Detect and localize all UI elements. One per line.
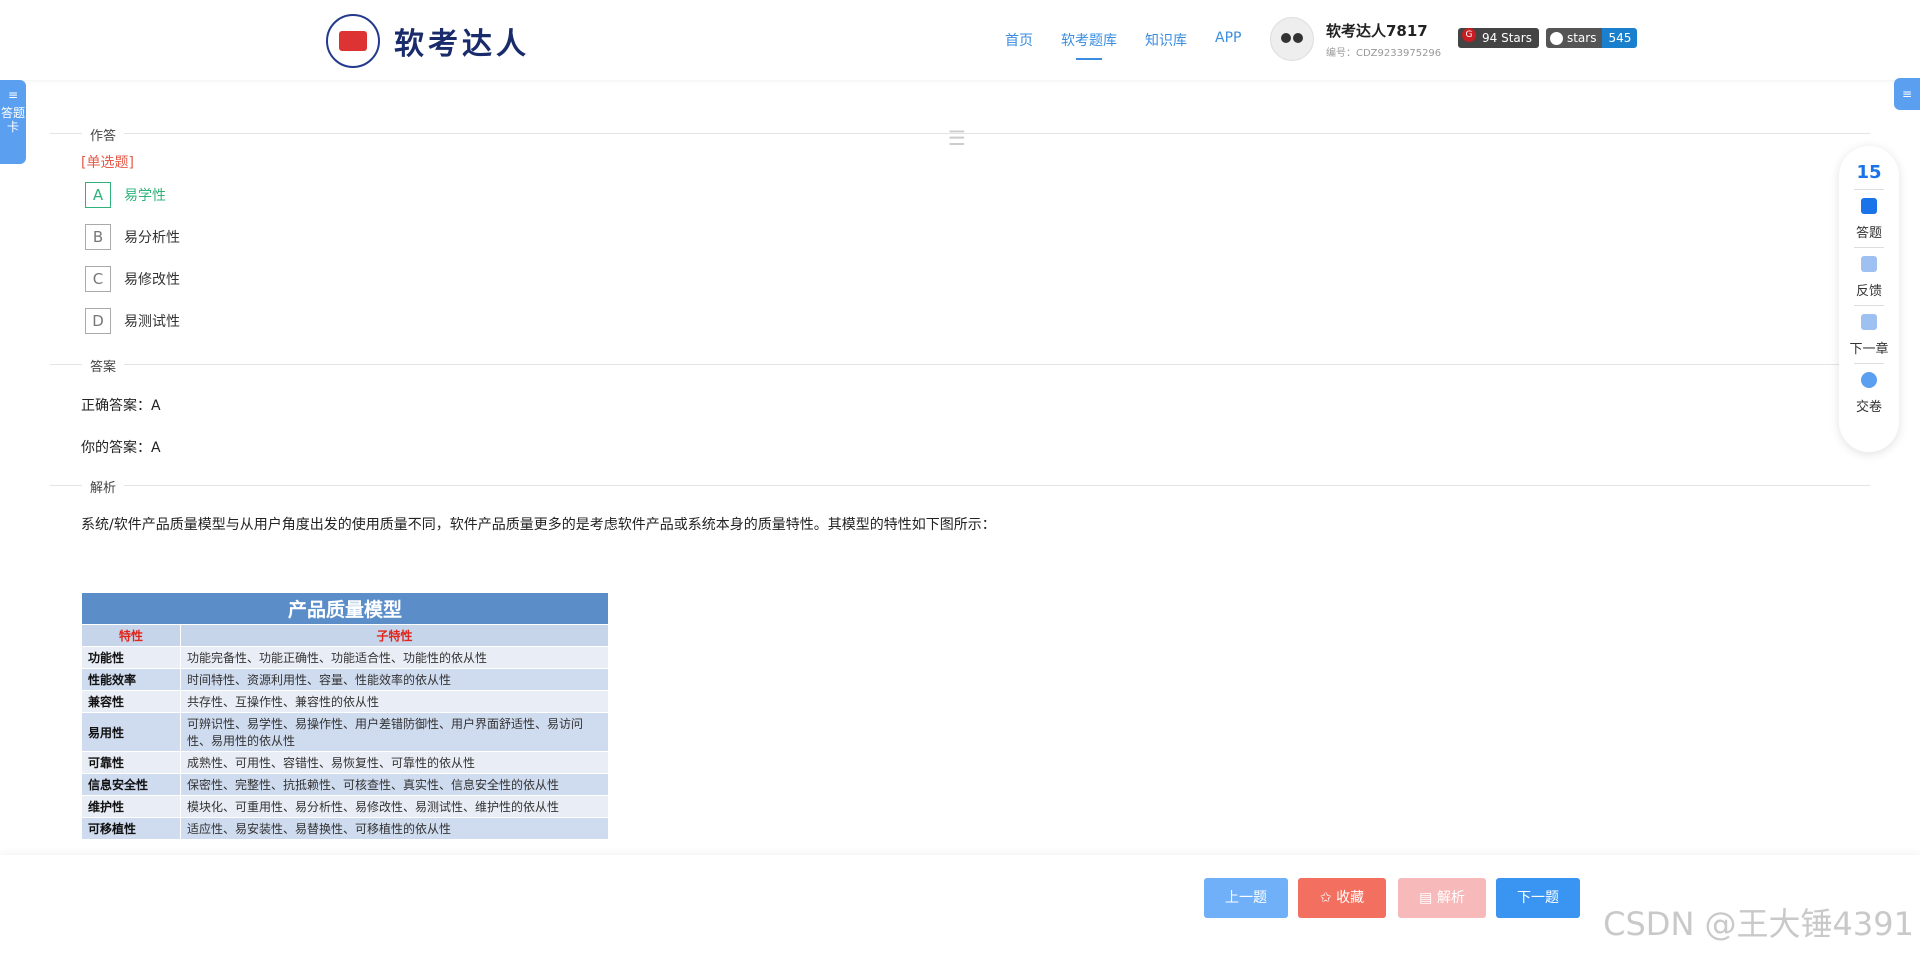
answer-sheet-button[interactable]: 答题 — [1839, 198, 1899, 241]
floating-toolbar: 15 答题 反馈 下一章 交卷 — [1839, 146, 1899, 452]
table-row: 性能效率 时间特性、资源利用性、容量、性能效率的依从性 — [81, 668, 609, 691]
option-a[interactable]: A 易学性 — [85, 182, 166, 208]
table-row: 可靠性 成熟性、可用性、容错性、易恢复性、可靠性的依从性 — [81, 751, 609, 774]
nav-home[interactable]: 首页 — [1005, 30, 1033, 50]
question-count: 15 — [1856, 162, 1882, 183]
your-answer: 你的答案：A — [81, 440, 161, 456]
gitee-icon: G — [1462, 28, 1476, 42]
nav-app[interactable]: APP — [1215, 30, 1241, 50]
option-letter: C — [85, 266, 111, 292]
logo-text: 软考达人 — [394, 27, 530, 62]
repo-badges: G 94 Stars stars 545 — [1458, 28, 1638, 48]
top-header: 软考达人 首页 软考题库 知识库 APP 软考达人7817 编号：CDZ9233… — [0, 0, 1920, 80]
github-icon — [1549, 32, 1563, 45]
main-nav: 首页 软考题库 知识库 APP — [1005, 30, 1269, 60]
question-content: 作答 ☰ [单选题] A 易学性 B 易分析性 C 易修改性 D 易测试性 答案… — [0, 80, 1920, 840]
option-d[interactable]: D 易测试性 — [85, 308, 180, 334]
next-chapter-button[interactable]: 下一章 — [1839, 314, 1899, 357]
gitee-stars-badge[interactable]: G 94 Stars — [1458, 28, 1539, 48]
skip-next-icon — [1861, 314, 1877, 330]
nav-question-bank[interactable]: 软考题库 — [1061, 30, 1117, 60]
option-letter: B — [85, 224, 111, 250]
table-header: 特性 — [81, 624, 181, 647]
drag-handle-icon[interactable]: ☰ — [948, 126, 966, 150]
option-letter: D — [85, 308, 111, 334]
divider — [50, 364, 1870, 365]
logo-emblem-icon — [326, 14, 380, 68]
option-text: 易修改性 — [124, 272, 180, 288]
section-analysis-label: 解析 — [82, 477, 125, 496]
section-answer-result-label: 答案 — [82, 356, 125, 375]
analysis-button[interactable]: ▤ 解析 — [1398, 878, 1486, 918]
table-header: 子特性 — [180, 624, 609, 647]
feedback-button[interactable]: 反馈 — [1839, 256, 1899, 299]
table-row: 功能性 功能完备性、功能正确性、功能适合性、功能性的依从性 — [81, 646, 609, 669]
nav-knowledge-base[interactable]: 知识库 — [1145, 30, 1187, 50]
watermark: CSDN @王大锤4391 — [1603, 905, 1914, 943]
table-title: 产品质量模型 — [81, 592, 609, 625]
divider — [50, 485, 1870, 486]
table-row: 易用性 可辨识性、易学性、易操作性、用户差错防御性、用户界面舒适性、易访问性、易用… — [81, 712, 609, 752]
favorite-button[interactable]: ✩ 收藏 — [1298, 878, 1386, 918]
option-text: 易学性 — [124, 188, 166, 204]
user-id: 编号：CDZ9233975296 — [1326, 47, 1442, 59]
user-profile[interactable]: 软考达人7817 编号：CDZ9233975296 — [1270, 17, 1441, 61]
quality-model-table: 产品质量模型 特性 子特性 功能性 功能完备性、功能正确性、功能适合性、功能性的依… — [81, 592, 609, 840]
option-c[interactable]: C 易修改性 — [85, 266, 180, 292]
correct-answer: 正确答案：A — [81, 398, 161, 414]
section-answer-label: 作答 — [82, 125, 125, 144]
table-row: 信息安全性 保密性、完整性、抗抵赖性、可核查性、真实性、信息安全性的依从性 — [81, 773, 609, 796]
table-row: 兼容性 共存性、互操作性、兼容性的依从性 — [81, 690, 609, 713]
submit-paper-button[interactable]: 交卷 — [1839, 372, 1899, 415]
table-row: 可移植性 适应性、易安装性、易替换性、可移植性的依从性 — [81, 817, 609, 840]
avatar[interactable] — [1270, 17, 1314, 61]
next-question-button[interactable]: 下一题 — [1496, 878, 1580, 918]
option-b[interactable]: B 易分析性 — [85, 224, 180, 250]
table-row: 维护性 模块化、可重用性、易分析性、易修改性、易测试性、维护性的依从性 — [81, 795, 609, 818]
bottom-action-bar: 上一题 ✩ 收藏 ▤ 解析 下一题 CSDN @王大锤4391 — [0, 855, 1920, 953]
analysis-text: 系统/软件产品质量模型与从用户角度出发的使用质量不同，软件产品质量更多的是考虑软… — [81, 517, 996, 533]
github-stars-badge[interactable]: stars 545 — [1545, 28, 1638, 48]
option-text: 易分析性 — [124, 230, 180, 246]
user-name: 软考达人7817 — [1326, 21, 1428, 40]
logo[interactable]: 软考达人 — [326, 14, 530, 68]
option-letter: A — [85, 182, 111, 208]
arrow-up-circle-icon — [1861, 372, 1877, 388]
prev-question-button[interactable]: 上一题 — [1204, 878, 1288, 918]
answer-icon — [1861, 198, 1877, 214]
chat-bubble-icon — [1861, 256, 1877, 272]
question-type: [单选题] — [81, 155, 134, 171]
option-text: 易测试性 — [124, 314, 180, 330]
